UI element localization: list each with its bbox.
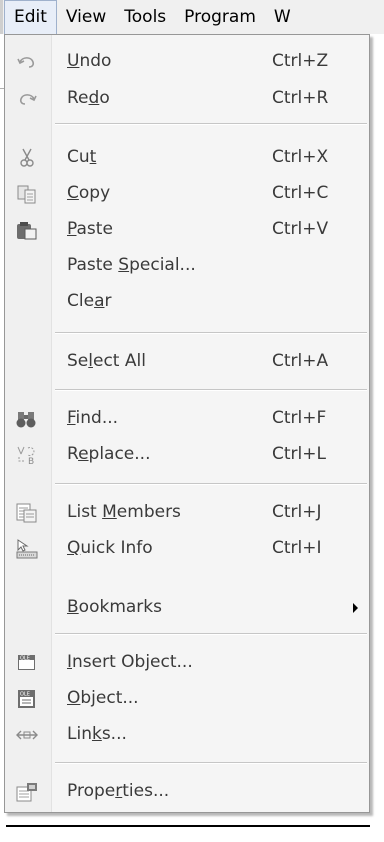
menu-view[interactable]: View xyxy=(57,0,115,34)
menu-window[interactable]: W xyxy=(265,0,300,34)
menu-item-label: Bookmarks xyxy=(67,597,162,617)
quick-info-icon xyxy=(16,539,38,559)
menu-item-list-members[interactable]: List Members Ctrl+J xyxy=(7,496,367,529)
menu-item-label: Paste xyxy=(67,219,113,239)
shortcut-label: Ctrl+C xyxy=(272,183,329,203)
menu-item-label: Select All xyxy=(67,351,146,371)
shortcut-label: Ctrl+A xyxy=(272,351,329,371)
menu-item-label: Properties... xyxy=(67,781,170,801)
menu-program[interactable]: Program xyxy=(175,0,265,34)
menu-bar: Edit View Tools Program W xyxy=(0,0,384,35)
menu-item-label: Quick Info xyxy=(67,538,153,558)
menu-item-label: Find... xyxy=(67,408,119,428)
menu-item-paste[interactable]: Paste Ctrl+V xyxy=(7,213,367,246)
link-icon xyxy=(16,730,38,740)
menu-edit[interactable]: Edit xyxy=(4,0,57,35)
menu-item-properties[interactable]: Properties... xyxy=(7,775,367,808)
shortcut-label: Ctrl+R xyxy=(272,88,329,108)
list-members-icon xyxy=(16,503,37,523)
menu-item-label: Insert Object... xyxy=(67,652,193,672)
menu-item-insert-object[interactable]: OLE Insert Object... xyxy=(7,646,367,679)
svg-text:B: B xyxy=(28,457,34,465)
menu-item-cut[interactable]: Cut Ctrl+X xyxy=(7,141,367,174)
menu-item-label: Replace... xyxy=(67,444,151,464)
shortcut-label: Ctrl+I xyxy=(272,538,322,558)
shortcut-label: Ctrl+X xyxy=(272,147,329,167)
shortcut-label: Ctrl+J xyxy=(272,502,322,522)
menu-item-label: Clear xyxy=(67,291,112,311)
menu-item-redo[interactable]: Redo Ctrl+R xyxy=(7,82,367,115)
menu-item-paste-special[interactable]: Paste Special... xyxy=(7,249,367,282)
replace-icon: B xyxy=(17,446,35,465)
menu-separator xyxy=(55,123,367,125)
menu-item-clear[interactable]: Clear xyxy=(7,285,367,318)
menu-item-links[interactable]: Links... xyxy=(7,718,367,751)
shortcut-label: Ctrl+Z xyxy=(272,51,329,71)
menu-separator xyxy=(55,483,367,485)
menu-separator xyxy=(55,633,367,635)
menu-item-label: Paste Special... xyxy=(67,255,196,275)
menu-item-bookmarks[interactable]: Bookmarks xyxy=(7,591,367,624)
redo-icon xyxy=(19,94,37,105)
menu-item-label: Links... xyxy=(67,724,127,744)
menu-item-replace[interactable]: B Replace... Ctrl+L xyxy=(7,438,367,471)
ole-insert-icon: OLE xyxy=(18,655,35,670)
clipboard-icon xyxy=(17,222,37,240)
shortcut-label: Ctrl+V xyxy=(272,219,329,239)
menu-bar-edge xyxy=(0,0,3,34)
shortcut-label: Ctrl+F xyxy=(272,408,327,428)
ole-badge-text: OLE xyxy=(20,692,30,698)
menu-item-label: Redo xyxy=(67,88,110,108)
menu-item-label: Cut xyxy=(67,147,97,167)
menu-item-object[interactable]: OLE Object... xyxy=(7,682,367,715)
menu-separator xyxy=(55,762,367,764)
menu-separator xyxy=(55,332,367,334)
menu-separator xyxy=(55,389,367,391)
menu-item-select-all[interactable]: Select All Ctrl+A xyxy=(7,345,367,378)
menu-item-label: Object... xyxy=(67,688,139,708)
ole-object-icon: OLE xyxy=(18,690,35,708)
menu-item-label: Undo xyxy=(67,51,112,71)
edit-dropdown-menu: Undo Ctrl+Z Redo Ctrl+R Cut Ctrl+X Copy … xyxy=(4,34,370,813)
menu-item-label: List Members xyxy=(67,502,181,522)
copy-icon xyxy=(17,185,36,204)
ole-badge-text: OLE xyxy=(20,656,30,662)
menu-item-undo[interactable]: Undo Ctrl+Z xyxy=(7,45,367,78)
shortcut-label: Ctrl+L xyxy=(272,444,326,464)
menu-item-quick-info[interactable]: Quick Info Ctrl+I xyxy=(7,532,367,565)
menu-item-label: Copy xyxy=(67,183,111,203)
properties-icon xyxy=(16,783,37,802)
binoculars-icon xyxy=(16,412,36,428)
menu-item-copy[interactable]: Copy Ctrl+C xyxy=(7,177,367,210)
undo-icon xyxy=(17,57,35,68)
menu-item-find[interactable]: Find... Ctrl+F xyxy=(7,402,367,435)
bottom-border-line xyxy=(6,825,370,827)
submenu-arrow-icon xyxy=(353,603,358,613)
menu-tools[interactable]: Tools xyxy=(115,0,175,34)
scissors-icon xyxy=(20,148,34,167)
